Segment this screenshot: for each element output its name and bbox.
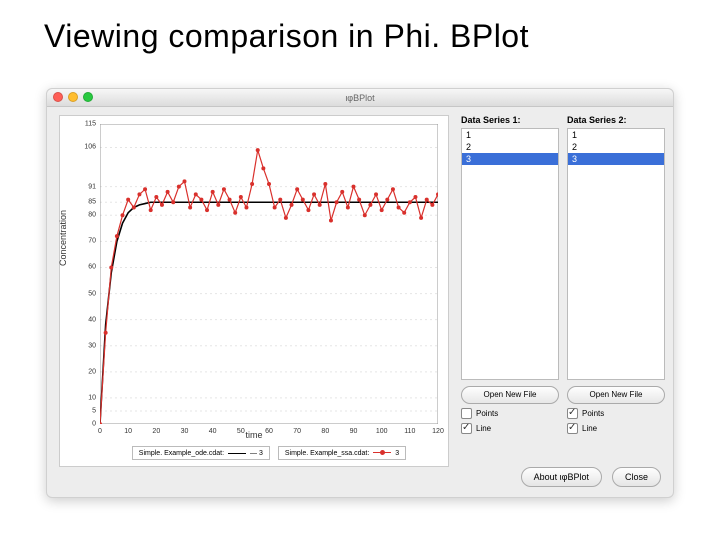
points-checkbox[interactable] <box>461 408 472 419</box>
chart-area <box>100 124 438 424</box>
window-title: ιφBPlot <box>47 89 673 107</box>
maximize-icon[interactable] <box>83 92 93 102</box>
y-tick: 10 <box>88 394 96 401</box>
close-icon[interactable] <box>53 92 63 102</box>
y-tick: 20 <box>88 368 96 375</box>
legend-item: Simple. Example_ode.cdat:— 3 <box>132 446 270 460</box>
y-tick: 5 <box>92 407 96 414</box>
y-tick: 85 <box>88 199 96 206</box>
y-tick: 91 <box>88 183 96 190</box>
y-tick: 30 <box>88 342 96 349</box>
y-tick: 40 <box>88 316 96 323</box>
data-series-1-label: Data Series 1: <box>461 115 559 125</box>
app-window: ιφBPlot Concentration 0 5 10 20 30 40 50 60 70 80… <box>46 88 674 498</box>
y-tick: 106 <box>84 144 96 151</box>
y-tick: 60 <box>88 264 96 271</box>
about-button[interactable]: About ιφBPlot <box>521 467 602 487</box>
titlebar[interactable]: ιφBPlot <box>47 89 673 107</box>
y-tick: 70 <box>88 238 96 245</box>
list-item[interactable]: 3 <box>462 153 558 165</box>
close-button[interactable]: Close <box>612 467 661 487</box>
chart-legend: Simple. Example_ode.cdat:— 3 Simple. Exa… <box>100 446 438 460</box>
points-label: Points <box>476 409 498 418</box>
list-item[interactable]: 1 <box>462 129 558 141</box>
y-tick: 50 <box>88 290 96 297</box>
plot-panel: Concentration 0 5 10 20 30 40 50 60 70 80 85 91 106 1… <box>59 115 449 467</box>
y-axis-label: Concentration <box>58 210 68 266</box>
slide-title: Viewing comparison in Phi. BPlot <box>0 0 720 55</box>
line-checkbox[interactable] <box>567 423 578 434</box>
line-label: Line <box>476 424 491 433</box>
points-checkbox[interactable] <box>567 408 578 419</box>
y-tick: 0 <box>92 421 96 428</box>
list-item[interactable]: 2 <box>568 141 664 153</box>
open-new-file-button[interactable]: Open New File <box>461 386 559 404</box>
points-label: Points <box>582 409 604 418</box>
open-new-file-button[interactable]: Open New File <box>567 386 665 404</box>
data-series-2-label: Data Series 2: <box>567 115 665 125</box>
line-label: Line <box>582 424 597 433</box>
data-series-1-list[interactable]: 123 <box>461 128 559 380</box>
list-item[interactable]: 1 <box>568 129 664 141</box>
data-series-1-panel: Data Series 1: 123 Open New File Points … <box>461 115 559 434</box>
y-tick: 115 <box>85 121 96 128</box>
x-axis-label: time <box>60 430 448 440</box>
line-checkbox[interactable] <box>461 423 472 434</box>
minimize-icon[interactable] <box>68 92 78 102</box>
legend-item: Simple. Example_ssa.cdat:3 <box>278 446 406 460</box>
list-item[interactable]: 3 <box>568 153 664 165</box>
list-item[interactable]: 2 <box>462 141 558 153</box>
data-series-2-panel: Data Series 2: 123 Open New File Points … <box>567 115 665 434</box>
data-series-2-list[interactable]: 123 <box>567 128 665 380</box>
y-tick: 80 <box>88 212 96 219</box>
